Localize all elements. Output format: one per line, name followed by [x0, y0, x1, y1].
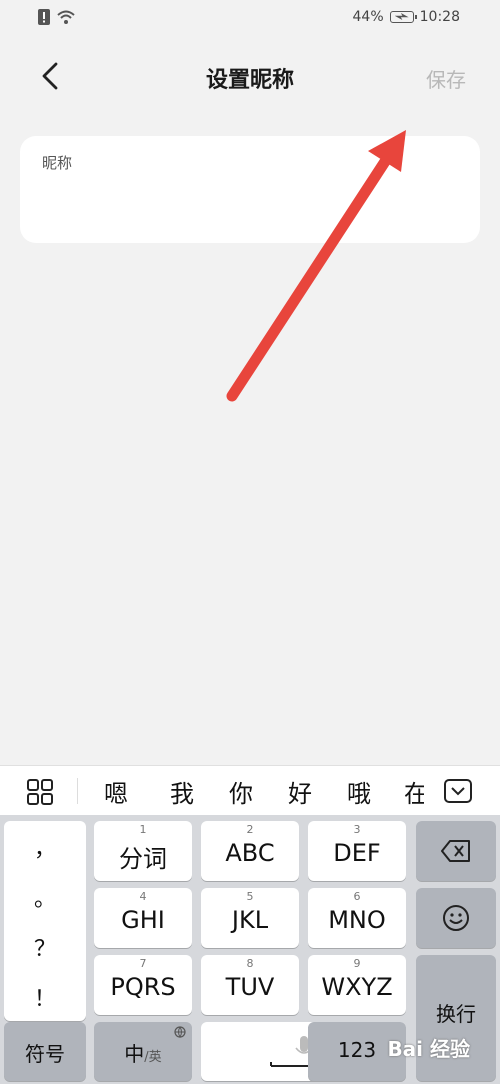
key-number: 4 [139, 890, 147, 903]
enter-key[interactable]: 换行 [416, 955, 496, 1081]
nickname-input[interactable]: 昵称 [20, 136, 480, 243]
punct-question[interactable]: ？ [4, 931, 86, 963]
candidate-word[interactable]: 我 [170, 774, 194, 809]
divider [77, 778, 78, 804]
globe-icon [174, 1026, 186, 1038]
lang-main-label: 中 [124, 1042, 145, 1066]
key-6[interactable]: 6 MNO [308, 888, 406, 948]
key-label: GHI [121, 906, 165, 934]
nav-header: 设置昵称 保存 [0, 44, 500, 110]
clock: 10:28 [419, 9, 460, 25]
punctuation-column[interactable]: ， 。 ？ ！ [4, 821, 86, 1021]
key-number: 2 [246, 823, 254, 836]
key-label: WXYZ [321, 973, 393, 1001]
lang-sub-label: /英 [144, 1050, 162, 1065]
key-label: ABC [225, 839, 275, 867]
key-number: 8 [246, 957, 254, 970]
key-number: 1 [139, 823, 147, 836]
candidate-word[interactable]: 哦 [347, 774, 371, 809]
candidate-word[interactable]: 好 [288, 774, 312, 809]
punct-period[interactable]: 。 [4, 881, 86, 913]
smiley-icon [443, 905, 469, 931]
key-label: 分词 [119, 845, 167, 873]
key-label: PQRS [110, 973, 176, 1001]
collapse-keyboard-icon[interactable] [444, 779, 472, 803]
symbols-key[interactable]: 符号 [4, 1022, 86, 1081]
battery-charging-icon [389, 11, 417, 23]
symbols-label: 符号 [25, 1042, 65, 1066]
key-number: 3 [353, 823, 361, 836]
emoji-key[interactable] [416, 888, 496, 948]
key-8[interactable]: 8 TUV [201, 955, 299, 1015]
backspace-icon [441, 840, 470, 862]
backspace-key[interactable] [416, 821, 496, 881]
battery-percent: 44% [352, 9, 384, 25]
apps-grid-icon[interactable] [26, 778, 54, 806]
candidate-word[interactable]: 嗯 [104, 774, 128, 809]
punct-comma[interactable]: ， [4, 831, 86, 863]
key-4[interactable]: 4 GHI [94, 888, 192, 948]
status-bar: 44% 10:28 [0, 0, 500, 40]
candidate-word[interactable]: 在 [404, 774, 424, 806]
punct-exclaim[interactable]: ！ [4, 981, 86, 1013]
key-3[interactable]: 3 DEF [308, 821, 406, 881]
keyboard: ， 。 ？ ！ 1 分词 2 ABC 3 DEF 4 GHI 5 JKL 6 M… [0, 815, 500, 1084]
key-1[interactable]: 1 分词 [94, 821, 192, 881]
sim-alert-icon [38, 9, 50, 25]
key-number: 9 [353, 957, 361, 970]
enter-label: 换行 [436, 1002, 476, 1026]
key-2[interactable]: 2 ABC [201, 821, 299, 881]
key-label: DEF [333, 839, 381, 867]
save-button[interactable]: 保存 [426, 64, 466, 93]
key-label: JKL [231, 906, 269, 934]
key-label: MNO [328, 906, 386, 934]
candidate-word[interactable]: 你 [229, 774, 253, 809]
key-number: 5 [246, 890, 254, 903]
language-switch-key[interactable]: 中/英 [94, 1022, 192, 1081]
key-number: 7 [139, 957, 147, 970]
nickname-placeholder: 昵称 [42, 154, 73, 172]
key-number: 6 [353, 890, 361, 903]
wifi-icon [57, 10, 75, 24]
watermark: Bai 经验 [387, 1037, 470, 1061]
candidate-bar: 嗯 我 你 好 哦 在 [0, 765, 500, 816]
key-5[interactable]: 5 JKL [201, 888, 299, 948]
key-7[interactable]: 7 PQRS [94, 955, 192, 1015]
page-title: 设置昵称 [205, 68, 294, 93]
key-label: TUV [225, 973, 275, 1001]
key-9[interactable]: 9 WXYZ [308, 955, 406, 1015]
